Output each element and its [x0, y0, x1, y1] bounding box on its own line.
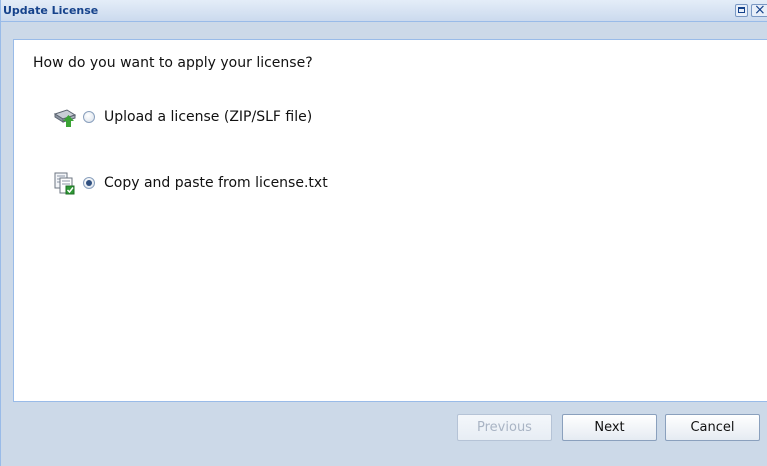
upload-license-radio[interactable]	[83, 111, 95, 123]
paste-license-radio[interactable]	[83, 177, 95, 189]
upload-drive-icon	[53, 106, 77, 128]
paste-document-icon	[53, 172, 77, 195]
dialog-title: Update License	[3, 4, 99, 17]
previous-button[interactable]: Previous	[457, 414, 552, 441]
maximize-icon[interactable]	[735, 4, 748, 17]
dialog-titlebar[interactable]: Update License	[1, 0, 767, 22]
paste-license-option[interactable]: Copy and paste from license.txt	[53, 172, 328, 195]
next-button[interactable]: Next	[562, 414, 657, 441]
paste-license-label[interactable]: Copy and paste from license.txt	[104, 175, 328, 191]
license-options-panel: How do you want to apply your license? U…	[13, 39, 767, 402]
upload-license-label[interactable]: Upload a license (ZIP/SLF file)	[104, 109, 312, 125]
close-icon[interactable]	[751, 2, 767, 18]
upload-license-option[interactable]: Upload a license (ZIP/SLF file)	[53, 106, 312, 128]
update-license-dialog: Update License How do you want to apply …	[0, 0, 767, 466]
cancel-button[interactable]: Cancel	[665, 414, 760, 441]
question-text: How do you want to apply your license?	[33, 55, 313, 71]
